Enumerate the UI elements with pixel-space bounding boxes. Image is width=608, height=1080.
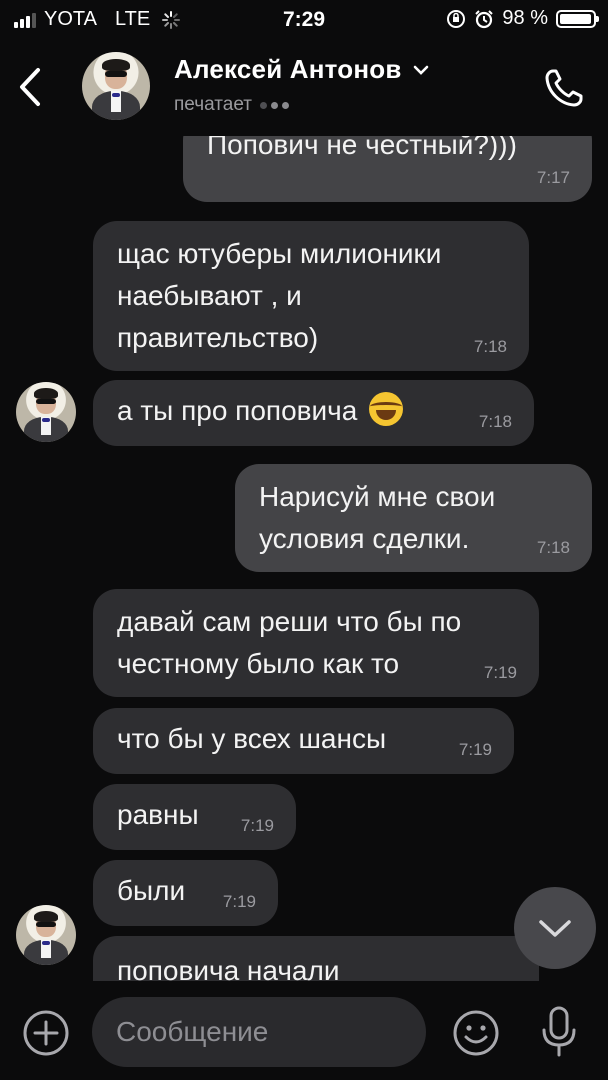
- alarm-icon: [475, 9, 494, 28]
- scroll-down-button[interactable]: [514, 887, 596, 969]
- message-text: щас ютуберы милионики наебывают , и прав…: [117, 238, 442, 353]
- message-text: давай сам реши что бы по честному было к…: [117, 606, 462, 679]
- chat-header: Алексей Антонов печатает: [0, 40, 608, 136]
- contact-name-text: Алексей Антонов: [174, 54, 402, 84]
- battery-percent: 98 %: [502, 7, 548, 29]
- message-time: 7:19: [222, 892, 256, 911]
- orientation-lock-icon: [447, 9, 466, 28]
- message-list[interactable]: Попович не честный?))) 7:17 щас ютуберы …: [0, 136, 608, 981]
- message-bubble-incoming[interactable]: что бы у всех шансы 7:19: [93, 708, 514, 774]
- message-bubble-incoming[interactable]: поповича начали: [93, 936, 539, 981]
- message-time: 7:19: [240, 816, 274, 835]
- message-time: 7:18: [473, 337, 507, 356]
- sender-avatar[interactable]: [16, 382, 76, 442]
- message-text: Нарисуй мне свои условия сделки.: [259, 481, 496, 554]
- contact-avatar[interactable]: [82, 52, 150, 120]
- message-bubble-outgoing[interactable]: Попович не честный?))) 7:17: [183, 136, 592, 202]
- attach-plus-icon[interactable]: [22, 1009, 70, 1057]
- typing-dots-icon: [259, 101, 289, 109]
- typing-label: печатает: [174, 94, 252, 115]
- chevron-down-icon: [539, 920, 571, 937]
- message-bubble-incoming[interactable]: давай сам реши что бы по честному было к…: [93, 589, 539, 697]
- emoji-icon[interactable]: [452, 1009, 500, 1057]
- message-time: 7:17: [536, 168, 570, 187]
- message-time: 7:19: [483, 663, 517, 682]
- chevron-down-icon: [413, 65, 428, 75]
- message-bubble-incoming[interactable]: а ты про поповича 7:18: [93, 380, 534, 446]
- message-bubble-outgoing[interactable]: Нарисуй мне свои условия сделки. 7:18: [235, 464, 592, 572]
- message-text: что бы у всех шансы: [117, 723, 387, 754]
- message-bubble-incoming[interactable]: щас ютуберы милионики наебывают , и прав…: [93, 221, 529, 371]
- laughing-emoji-icon: [369, 392, 404, 426]
- phone-icon[interactable]: [542, 66, 586, 110]
- status-bar: YOTA LTE 7:29 98 %: [0, 0, 608, 40]
- message-time: 7:19: [458, 740, 492, 759]
- contact-name[interactable]: Алексей Антонов: [174, 54, 430, 85]
- message-text: поповича начали: [117, 955, 340, 981]
- sender-avatar[interactable]: [16, 905, 76, 965]
- battery-icon: [556, 9, 599, 28]
- typing-status: печатает: [174, 94, 289, 116]
- microphone-icon[interactable]: [538, 1005, 580, 1059]
- back-icon[interactable]: [14, 64, 48, 110]
- message-input[interactable]: [92, 997, 426, 1067]
- message-time: 7:18: [478, 412, 512, 431]
- message-bubble-incoming[interactable]: были 7:19: [93, 860, 278, 926]
- message-bubble-incoming[interactable]: равны 7:19: [93, 784, 296, 850]
- message-text: Попович не честный?))): [207, 136, 517, 160]
- message-time: 7:18: [536, 538, 570, 557]
- message-text: а ты про поповича: [117, 395, 358, 426]
- composer-bar: [0, 981, 608, 1080]
- status-right: 98 %: [446, 7, 599, 30]
